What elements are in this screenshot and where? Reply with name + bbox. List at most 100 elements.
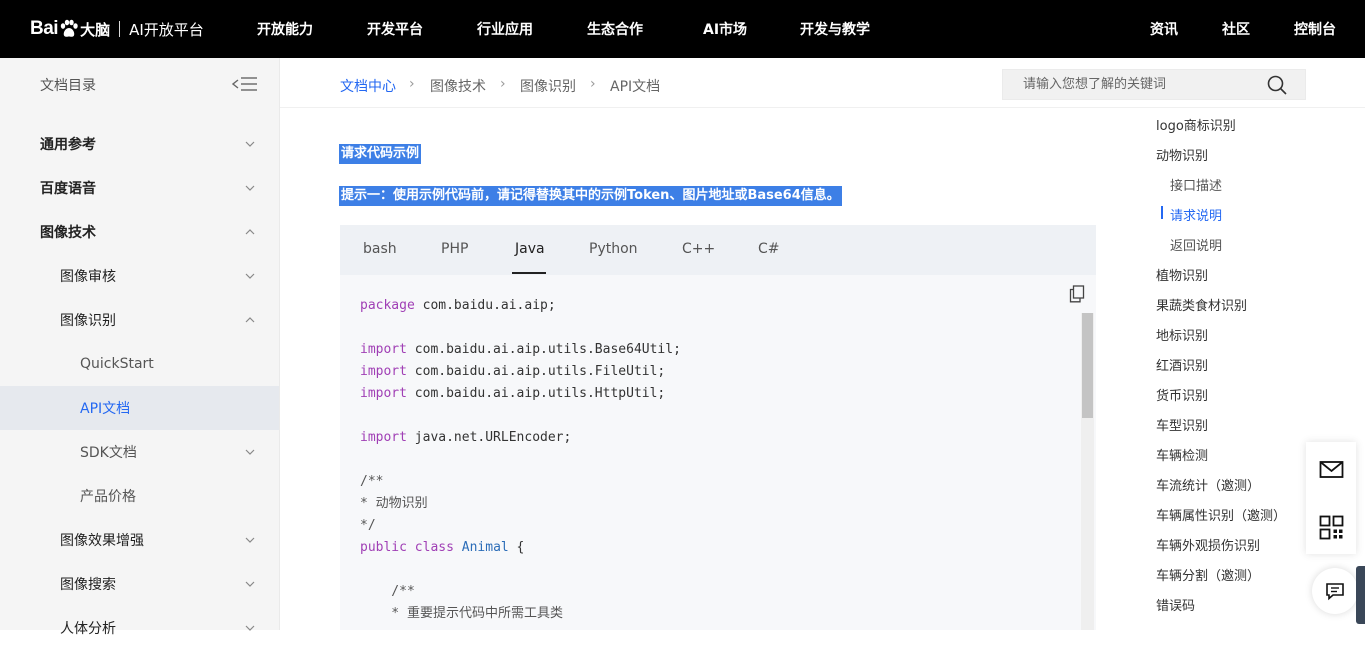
nav-console[interactable]: 控制台 bbox=[1294, 19, 1336, 39]
sidebar-item-label: 图像效果增强 bbox=[60, 533, 144, 549]
breadcrumb-image-tech[interactable]: 图像技术 bbox=[430, 76, 486, 96]
section-heading-code-example: 请求代码示例 bbox=[339, 144, 422, 164]
nav-ecosystem[interactable]: 生态合作 bbox=[587, 19, 643, 39]
code-text: { bbox=[508, 540, 525, 555]
toc-item-animal[interactable]: 动物识别 bbox=[1156, 145, 1208, 164]
chevron-down-icon bbox=[245, 625, 255, 631]
code-text: java.net.URLEncoder; bbox=[406, 430, 572, 445]
logo-bai-text: Bai bbox=[30, 18, 59, 39]
toc-active-indicator bbox=[1161, 206, 1163, 219]
sidebar-item-label: 图像审核 bbox=[60, 269, 116, 285]
code-example-panel: bash PHP Java Python C++ C# package com.… bbox=[340, 225, 1096, 630]
nav-open-capability[interactable]: 开放能力 bbox=[257, 19, 313, 39]
code-comment: * 重要提示代码中所需工具类 bbox=[360, 606, 563, 621]
nav-news[interactable]: 资讯 bbox=[1150, 19, 1178, 39]
sidebar-item-image-tech[interactable]: 图像技术 bbox=[0, 210, 279, 254]
sidebar-item-api-docs[interactable]: API文档 bbox=[0, 386, 279, 430]
code-text: com.baidu.ai.aip.utils.HttpUtil; bbox=[406, 386, 666, 401]
sidebar-item-pricing[interactable]: 产品价格 bbox=[0, 474, 279, 518]
sidebar-item-quickstart[interactable]: QuickStart bbox=[0, 342, 279, 386]
tab-csharp[interactable]: C# bbox=[758, 241, 780, 257]
sidebar-item-speech[interactable]: 百度语音 bbox=[0, 166, 279, 210]
copy-icon[interactable] bbox=[1069, 285, 1085, 303]
code-comment: /** bbox=[360, 584, 415, 599]
breadcrumb-doc-center[interactable]: 文档中心 bbox=[340, 76, 396, 96]
sidebar-item-label: 百度语音 bbox=[40, 181, 96, 197]
sidebar-item-image-enhance[interactable]: 图像效果增强 bbox=[0, 518, 279, 562]
tab-python[interactable]: Python bbox=[589, 241, 638, 257]
toc-item-error-code[interactable]: 错误码 bbox=[1156, 595, 1195, 614]
toc-item-request-desc[interactable]: 请求说明 bbox=[1170, 205, 1222, 224]
sidebar-item-label: SDK文档 bbox=[80, 445, 137, 461]
toc-item-vehicle-seg[interactable]: 车辆分割（邀测） bbox=[1156, 565, 1260, 584]
nav-industry[interactable]: 行业应用 bbox=[477, 19, 533, 39]
code-scrollbar[interactable] bbox=[1081, 313, 1094, 630]
chevron-up-icon bbox=[245, 317, 255, 323]
chat-button[interactable] bbox=[1312, 568, 1358, 614]
code-keyword: import bbox=[360, 342, 407, 357]
sidebar-item-general-ref[interactable]: 通用参考 bbox=[0, 122, 279, 166]
toc-item-ingredient[interactable]: 果蔬类食材识别 bbox=[1156, 295, 1247, 314]
tab-cpp[interactable]: C++ bbox=[682, 241, 715, 257]
collapse-menu-icon[interactable] bbox=[232, 75, 258, 93]
sidebar-item-label: QuickStart bbox=[80, 356, 154, 372]
tip-text: 提示一：使用示例代码前，请记得替换其中的示例Token、图片地址或Base64信… bbox=[339, 186, 842, 206]
sidebar-item-label: 图像搜索 bbox=[60, 577, 116, 593]
toc-item-return-desc[interactable]: 返回说明 bbox=[1170, 235, 1222, 254]
code-comment: */ bbox=[360, 518, 376, 533]
toc-item-logo[interactable]: logo商标识别 bbox=[1156, 115, 1236, 134]
tab-bash[interactable]: bash bbox=[363, 241, 397, 257]
nav-dev-platform[interactable]: 开发平台 bbox=[367, 19, 423, 39]
nav-ai-market[interactable]: AI市场 bbox=[703, 19, 747, 39]
toc-item-vehicle-attr[interactable]: 车辆属性识别（邀测） bbox=[1156, 505, 1286, 524]
side-edge-tab[interactable] bbox=[1356, 566, 1365, 624]
chevron-down-icon bbox=[245, 537, 255, 543]
chat-bubble-icon bbox=[1326, 583, 1344, 601]
chevron-down-icon bbox=[245, 141, 255, 147]
baidu-ai-logo[interactable]: Bai 大脑 AI开放平台 bbox=[30, 14, 204, 44]
toc-item-car-model[interactable]: 车型识别 bbox=[1156, 415, 1208, 434]
mail-icon[interactable] bbox=[1319, 457, 1344, 482]
breadcrumb: 文档中心 › 图像技术 › 图像识别 › API文档 bbox=[280, 58, 1365, 108]
toc-item-traffic-flow[interactable]: 车流统计（邀测） bbox=[1156, 475, 1260, 494]
tab-php[interactable]: PHP bbox=[441, 241, 468, 257]
sidebar-item-body-analysis[interactable]: 人体分析 bbox=[0, 606, 279, 650]
sidebar-item-label: 通用参考 bbox=[40, 137, 96, 153]
search-input[interactable] bbox=[1003, 70, 1263, 99]
toc-item-landmark[interactable]: 地标识别 bbox=[1156, 325, 1208, 344]
toc-item-currency[interactable]: 货币识别 bbox=[1156, 385, 1208, 404]
code-text: com.baidu.ai.aip.utils.Base64Util; bbox=[406, 342, 681, 357]
nav-community[interactable]: 社区 bbox=[1222, 19, 1250, 39]
qr-code-icon[interactable] bbox=[1319, 515, 1344, 540]
chevron-down-icon bbox=[245, 185, 255, 191]
sidebar-item-label: 图像识别 bbox=[60, 313, 116, 329]
toc-item-vehicle-damage[interactable]: 车辆外观损伤识别 bbox=[1156, 535, 1260, 554]
code-keyword: class bbox=[414, 540, 454, 555]
top-navbar: Bai 大脑 AI开放平台 开放能力 开发平台 行业应用 生态合作 AI市场 开… bbox=[0, 0, 1365, 58]
sidebar-item-label: 产品价格 bbox=[80, 489, 136, 505]
sidebar-item-image-audit[interactable]: 图像审核 bbox=[0, 254, 279, 298]
toc-item-interface-desc[interactable]: 接口描述 bbox=[1170, 175, 1222, 194]
logo-divider bbox=[119, 21, 121, 37]
sidebar-item-label: 人体分析 bbox=[60, 621, 116, 637]
code-scrollbar-thumb[interactable] bbox=[1082, 313, 1093, 418]
toc-item-wine[interactable]: 红酒识别 bbox=[1156, 355, 1208, 374]
code-text: com.baidu.ai.aip; bbox=[414, 298, 556, 313]
nav-dev-teaching[interactable]: 开发与教学 bbox=[800, 19, 870, 39]
toc-item-vehicle-detect[interactable]: 车辆检测 bbox=[1156, 445, 1208, 464]
code-keyword: import bbox=[360, 364, 407, 379]
code-keyword: import bbox=[360, 430, 407, 445]
search-icon[interactable] bbox=[1265, 73, 1289, 97]
sidebar-item-sdk-docs[interactable]: SDK文档 bbox=[0, 430, 279, 474]
breadcrumb-image-recognition[interactable]: 图像识别 bbox=[520, 76, 576, 96]
sidebar-item-image-search[interactable]: 图像搜索 bbox=[0, 562, 279, 606]
code-keyword: public bbox=[360, 540, 407, 555]
code-language-tabs: bash PHP Java Python C++ C# bbox=[340, 225, 1096, 275]
sidebar-title: 文档目录 bbox=[40, 78, 96, 94]
tab-java[interactable]: Java bbox=[515, 241, 545, 257]
sidebar-item-label: 图像技术 bbox=[40, 225, 96, 241]
floating-contact-panel bbox=[1306, 442, 1356, 554]
chevron-down-icon bbox=[245, 273, 255, 279]
toc-item-plant[interactable]: 植物识别 bbox=[1156, 265, 1208, 284]
sidebar-item-image-recognition[interactable]: 图像识别 bbox=[0, 298, 279, 342]
